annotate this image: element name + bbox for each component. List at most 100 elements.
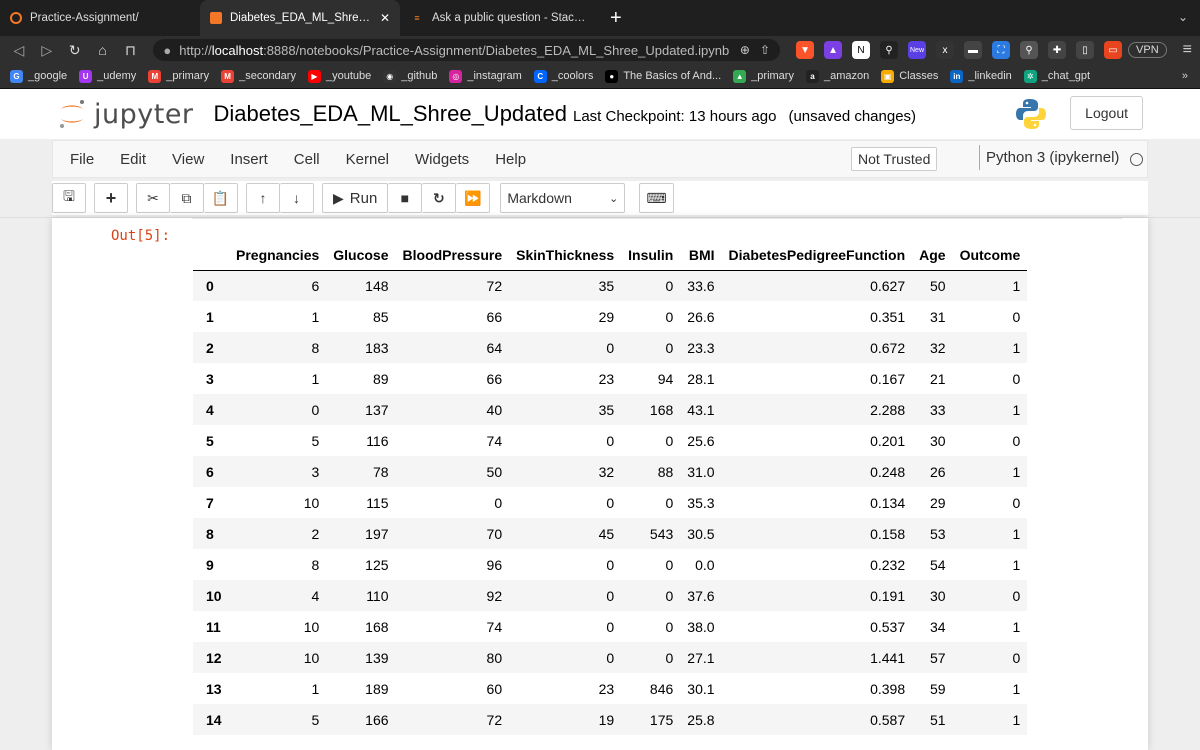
table-cell: 85 bbox=[372, 308, 389, 325]
bookmark-item[interactable]: in _linkedin bbox=[950, 69, 1012, 83]
menu-help[interactable]: Help bbox=[495, 151, 526, 168]
chevron-down-icon[interactable]: ⌄ bbox=[1178, 10, 1188, 24]
table-cell: 19 bbox=[598, 711, 615, 728]
table-cell: 74 bbox=[486, 432, 503, 449]
puzzle-icon[interactable]: ✚ bbox=[1048, 41, 1067, 59]
table-cell: 1 bbox=[311, 680, 320, 697]
copy-button[interactable]: ⧉ bbox=[170, 183, 204, 213]
bookmark-item[interactable]: ● The Basics of And... bbox=[605, 69, 722, 83]
tab-practice-assignment[interactable]: Practice-Assignment/ bbox=[0, 0, 200, 36]
bookmark-favicon-icon: ✲ bbox=[1023, 69, 1037, 83]
restart-button[interactable]: ↻ bbox=[422, 183, 457, 213]
cut-button[interactable]: ✂ bbox=[136, 183, 170, 213]
command-palette-button[interactable]: ⌨ bbox=[639, 183, 674, 213]
menu-kernel[interactable]: Kernel bbox=[346, 151, 389, 168]
forward-icon[interactable]: ▷ bbox=[36, 42, 58, 59]
sidebar-icon[interactable]: ▯ bbox=[1076, 41, 1095, 59]
table-cell: 88 bbox=[657, 463, 674, 480]
home-icon[interactable]: ⌂ bbox=[92, 42, 114, 58]
interrupt-button[interactable]: ■ bbox=[388, 183, 423, 213]
share-icon[interactable]: ⇧ bbox=[760, 43, 770, 57]
zoom-extension-icon[interactable]: ⚲ bbox=[1020, 41, 1039, 59]
insert-cell-below-button[interactable]: + bbox=[94, 183, 128, 213]
table-cell: 0 bbox=[606, 649, 615, 666]
cell-type-select[interactable]: Markdown ⌄ bbox=[500, 183, 626, 213]
bookmark-item[interactable]: C _coolors bbox=[533, 69, 594, 83]
bookmark-item[interactable]: U _udemy bbox=[79, 69, 136, 83]
reload-icon[interactable]: ↻ bbox=[64, 42, 86, 59]
brave-shield-icon[interactable]: ▼ bbox=[796, 41, 815, 59]
table-row: 6 3 78 50 32 88 31.0 0.248 26 1 bbox=[193, 456, 1028, 487]
column-header: Glucose bbox=[326, 240, 396, 271]
bookmark-item[interactable]: M _primary bbox=[148, 69, 209, 83]
vpn-button[interactable]: VPN bbox=[1128, 42, 1167, 58]
address-bar[interactable]: ● http://localhost:8888/notebooks/Practi… bbox=[153, 39, 781, 61]
tab-diabetes-notebook[interactable]: Diabetes_EDA_ML_Shree_Updated ✕ bbox=[200, 0, 400, 36]
bookmark-item[interactable]: ▣ Classes bbox=[881, 69, 938, 83]
menu-edit[interactable]: Edit bbox=[120, 151, 146, 168]
new-extension-icon[interactable]: New bbox=[908, 41, 927, 59]
bookmark-item[interactable]: ▶ _youtube bbox=[307, 69, 371, 83]
move-up-button[interactable]: ↑ bbox=[246, 183, 280, 213]
table-cell: 66 bbox=[486, 308, 503, 325]
screenshot-icon[interactable]: ⛶ bbox=[992, 41, 1011, 59]
bookmark-label: The Basics of And... bbox=[623, 70, 722, 82]
menu-file[interactable]: File bbox=[70, 151, 94, 168]
save-button[interactable]: 🖫 bbox=[52, 183, 86, 213]
notebook-name[interactable]: Diabetes_EDA_ML_Shree_Updated bbox=[214, 101, 567, 127]
bookmark-item[interactable]: G _google bbox=[10, 69, 67, 83]
bookmark-icon[interactable]: ⊓ bbox=[120, 42, 142, 59]
bookmark-item[interactable]: ◉ _github bbox=[383, 69, 437, 83]
trust-button[interactable]: Not Trusted bbox=[851, 147, 938, 171]
bookmarks-overflow-icon[interactable]: » bbox=[1182, 70, 1188, 82]
table-cell: 29 bbox=[930, 494, 946, 511]
run-button[interactable]: ▶ Run bbox=[322, 183, 389, 213]
kernel-name[interactable]: Python 3 (ipykernel) bbox=[979, 145, 1119, 170]
bookmark-item[interactable]: M _secondary bbox=[221, 69, 296, 83]
extension-icon[interactable]: ▬ bbox=[964, 41, 983, 59]
row-index: 1 bbox=[206, 308, 214, 325]
table-cell: 0.201 bbox=[870, 432, 906, 449]
menu-widgets[interactable]: Widgets bbox=[415, 151, 469, 168]
bookmark-item[interactable]: ◎ _instagram bbox=[449, 69, 522, 83]
bookmark-item[interactable]: a _amazon bbox=[805, 69, 869, 83]
tab-stack-overflow[interactable]: ≡ Ask a public question - Stack Overflow bbox=[400, 0, 600, 36]
bookmark-item[interactable]: ✲ _chat_gpt bbox=[1023, 69, 1090, 83]
notion-icon[interactable]: N bbox=[852, 41, 871, 59]
notebook-favicon-icon bbox=[210, 12, 222, 24]
bookmark-label: _coolors bbox=[551, 70, 594, 82]
menu-view[interactable]: View bbox=[172, 151, 204, 168]
menu-icon[interactable]: ≡ bbox=[1183, 41, 1192, 59]
search-extension-icon[interactable]: ⚲ bbox=[880, 41, 899, 59]
menu-insert[interactable]: Insert bbox=[230, 151, 268, 168]
table-cell: 92 bbox=[486, 587, 503, 604]
table-cell: 23.3 bbox=[687, 339, 715, 356]
paste-button[interactable]: 📋 bbox=[204, 183, 238, 213]
back-icon[interactable]: ◁ bbox=[8, 42, 30, 59]
new-tab-icon[interactable]: + bbox=[600, 0, 632, 36]
zoom-icon[interactable]: ⊕ bbox=[740, 43, 750, 57]
table-cell: 72 bbox=[486, 711, 503, 728]
move-down-button[interactable]: ↓ bbox=[280, 183, 314, 213]
table-cell: 148 bbox=[365, 277, 389, 294]
close-icon[interactable]: ✕ bbox=[380, 11, 390, 25]
brave-rewards-icon[interactable]: ▲ bbox=[824, 41, 843, 59]
table-cell: 8 bbox=[311, 556, 320, 573]
formula-extension-icon[interactable]: x bbox=[936, 41, 955, 59]
table-cell: 0 bbox=[606, 494, 615, 511]
copy-icon: ⧉ bbox=[181, 189, 192, 206]
table-cell: 54 bbox=[930, 556, 946, 573]
menu-cell[interactable]: Cell bbox=[294, 151, 320, 168]
wallet-icon[interactable]: ▭ bbox=[1104, 41, 1123, 59]
table-cell: 32 bbox=[930, 339, 946, 356]
table-cell: 0 bbox=[1012, 370, 1021, 387]
logout-button[interactable]: Logout bbox=[1070, 96, 1143, 130]
bookmark-favicon-icon: ▲ bbox=[733, 69, 747, 83]
table-cell: 0 bbox=[665, 587, 674, 604]
arrow-up-icon: ↑ bbox=[259, 190, 267, 206]
jupyter-logo[interactable]: jupyter bbox=[58, 99, 194, 130]
site-info-icon[interactable]: ● bbox=[163, 43, 171, 58]
restart-run-all-button[interactable]: ⏩ bbox=[456, 183, 491, 213]
bookmark-item[interactable]: ▲ _primary bbox=[733, 69, 794, 83]
column-header: Outcome bbox=[952, 240, 1028, 271]
